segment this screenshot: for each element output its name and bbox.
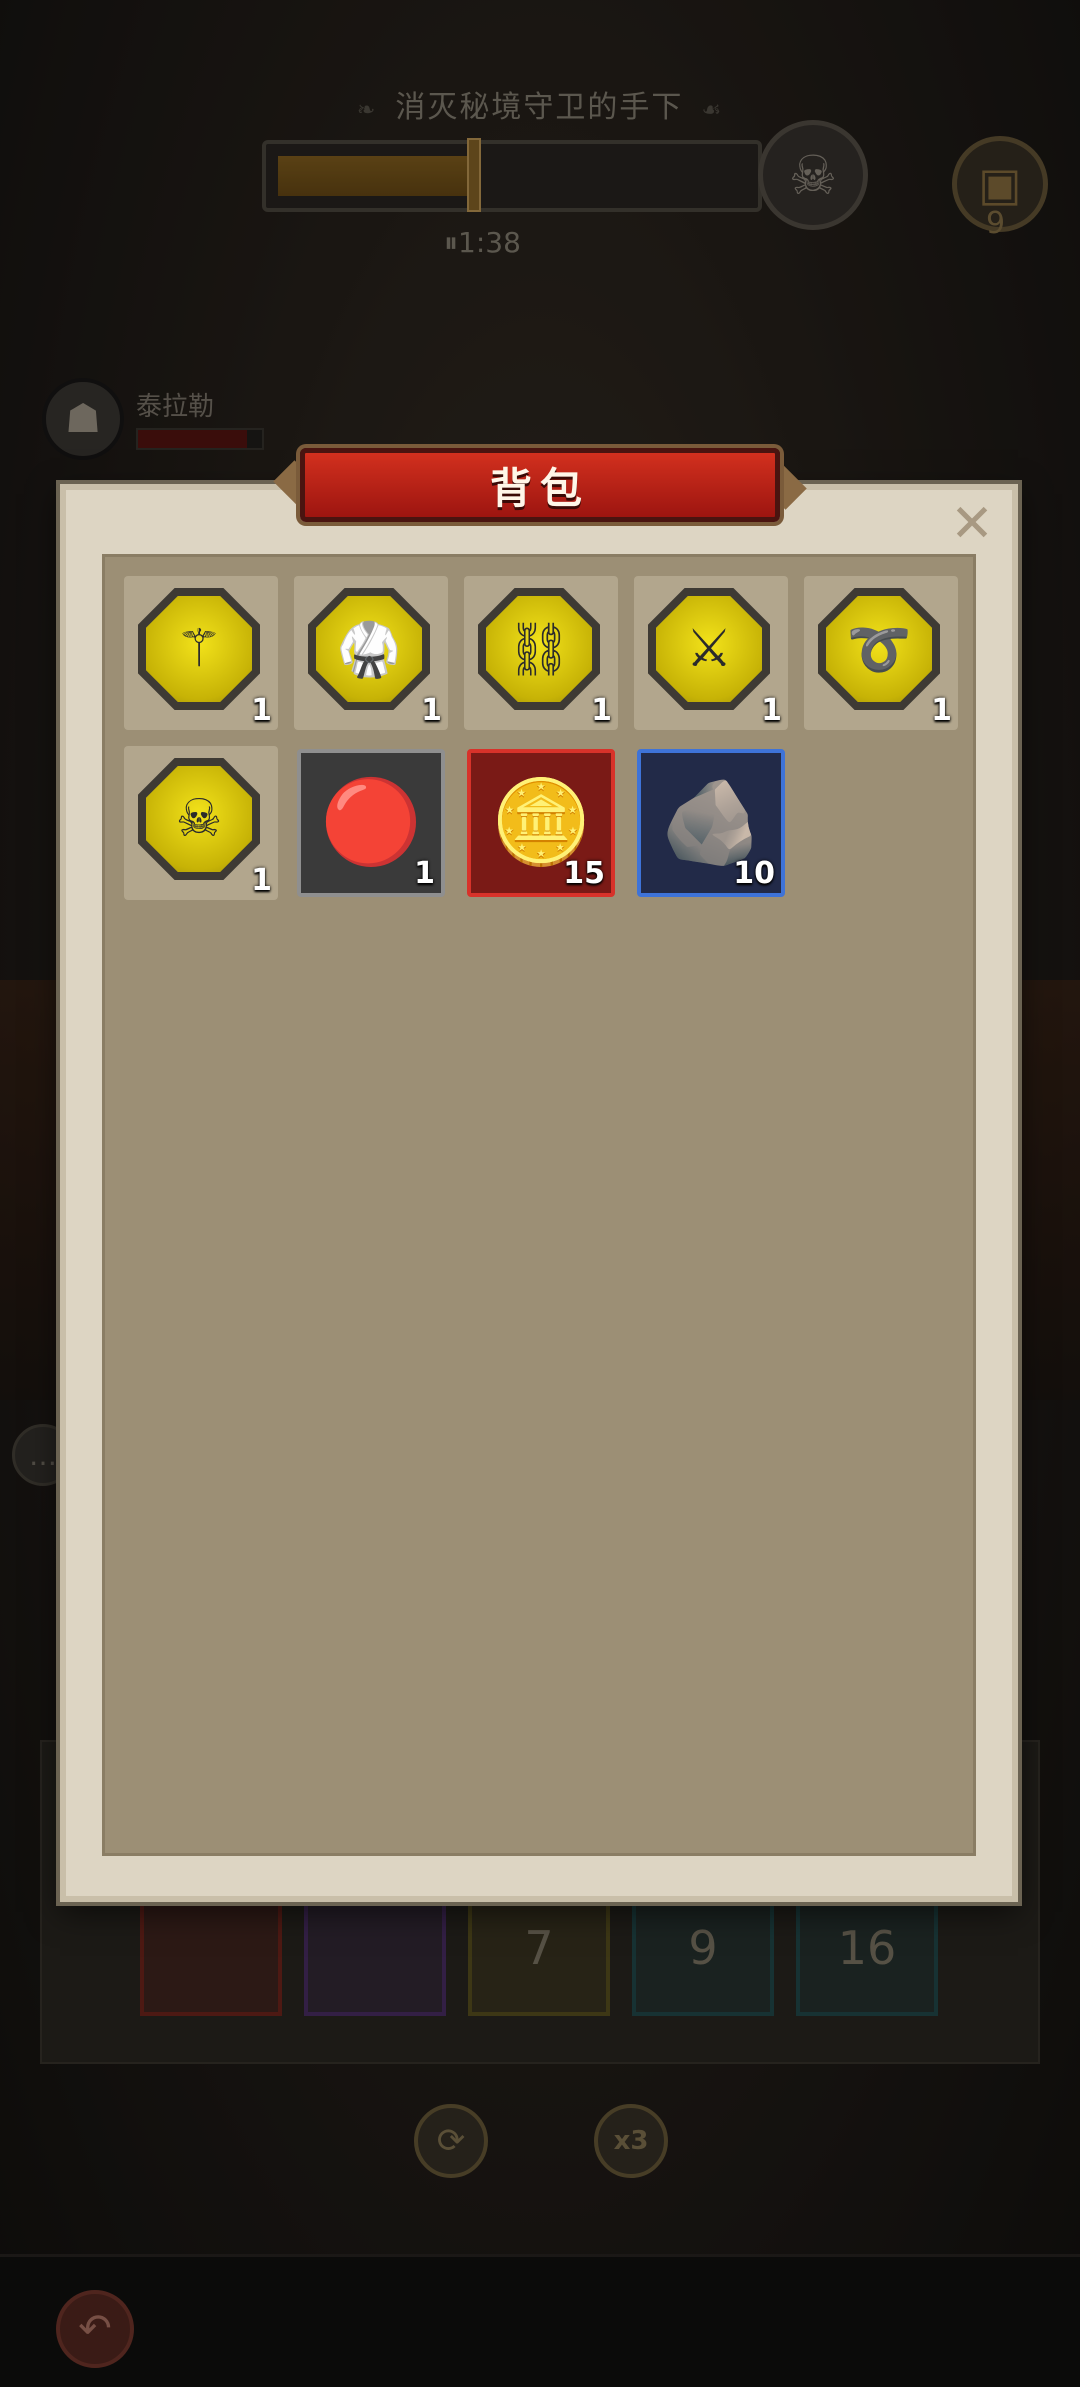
skull-amulet-icon: ☠ <box>146 766 252 872</box>
cross-weapons-icon: ⚔ <box>656 596 762 702</box>
red-gem-icon: 🔴 <box>319 775 423 870</box>
ore-pile-icon: 🪨 <box>659 775 763 870</box>
skull-coin-icon: 🪙 <box>489 775 593 870</box>
item-count: 10 <box>733 856 775 891</box>
item-count: 1 <box>251 863 272 898</box>
inventory-slot[interactable]: 🪙 15 <box>467 749 615 897</box>
inventory-slot[interactable]: 🔴 1 <box>297 749 445 897</box>
item-count: 1 <box>251 693 272 728</box>
item-count: 1 <box>591 693 612 728</box>
item-count: 1 <box>761 693 782 728</box>
inventory-slot[interactable]: 🥋 1 <box>294 576 448 730</box>
inventory-slot[interactable]: ➰ 1 <box>804 576 958 730</box>
inventory-grid: ⚚ 1 🥋 1 ⛓ 1 ⚔ 1 ➰ 1 ☠ 1 🔴 1 🪙 15 🪨 10 <box>124 576 964 900</box>
inventory-slot[interactable]: ⛓ 1 <box>464 576 618 730</box>
necklace-icon: ➰ <box>826 596 932 702</box>
flame-staff-icon: ⚚ <box>146 596 252 702</box>
inventory-slot[interactable]: 🪨 10 <box>637 749 785 897</box>
inventory-title: 背包 <box>300 448 780 522</box>
armor-robe-icon: 🥋 <box>316 596 422 702</box>
inventory-slot[interactable]: ⚚ 1 <box>124 576 278 730</box>
item-count: 15 <box>563 856 605 891</box>
item-count: 1 <box>421 693 442 728</box>
inventory-slot[interactable]: ☠ 1 <box>124 746 278 900</box>
item-count: 1 <box>414 856 435 891</box>
close-icon[interactable]: ✕ <box>942 494 1002 554</box>
gem-belt-icon: ⛓ <box>486 596 592 702</box>
item-count: 1 <box>931 693 952 728</box>
inventory-slot[interactable]: ⚔ 1 <box>634 576 788 730</box>
